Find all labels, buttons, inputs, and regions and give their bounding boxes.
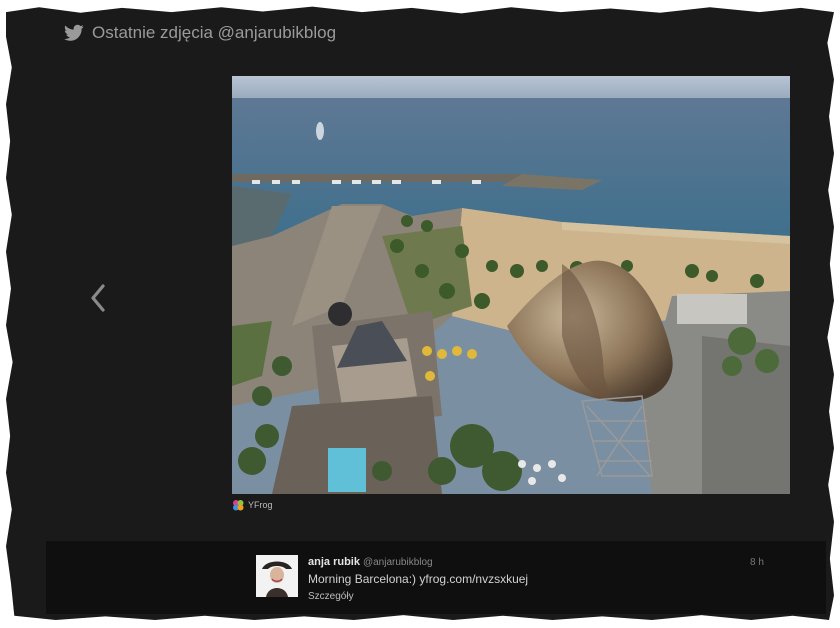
yfrog-logo-icon bbox=[233, 500, 244, 511]
photo-provider[interactable]: YFrog bbox=[232, 499, 273, 511]
twitter-bird-icon bbox=[64, 24, 84, 41]
author-avatar-image bbox=[256, 555, 298, 597]
tweet-text: Morning Barcelona:) yfrog.com/nvzsxkuej bbox=[308, 572, 529, 586]
author-name[interactable]: anja rubik bbox=[308, 556, 360, 568]
tweet-header: anja rubik @anjarubikblog bbox=[308, 556, 433, 568]
barcelona-aerial-photo bbox=[232, 76, 790, 494]
tweet-timestamp[interactable]: 8 h bbox=[750, 557, 764, 568]
avatar[interactable] bbox=[256, 555, 298, 597]
provider-label: YFrog bbox=[248, 500, 273, 510]
tweet-photo[interactable] bbox=[232, 76, 790, 494]
widget-header: Ostatnie zdjęcia @anjarubikblog bbox=[64, 22, 336, 44]
details-link[interactable]: Szczegóły bbox=[308, 591, 354, 602]
header-title: Ostatnie zdjęcia @anjarubikblog bbox=[92, 23, 337, 42]
author-handle[interactable]: @anjarubikblog bbox=[363, 557, 433, 568]
chevron-left-icon bbox=[91, 284, 105, 312]
previous-photo-button[interactable] bbox=[86, 282, 110, 314]
